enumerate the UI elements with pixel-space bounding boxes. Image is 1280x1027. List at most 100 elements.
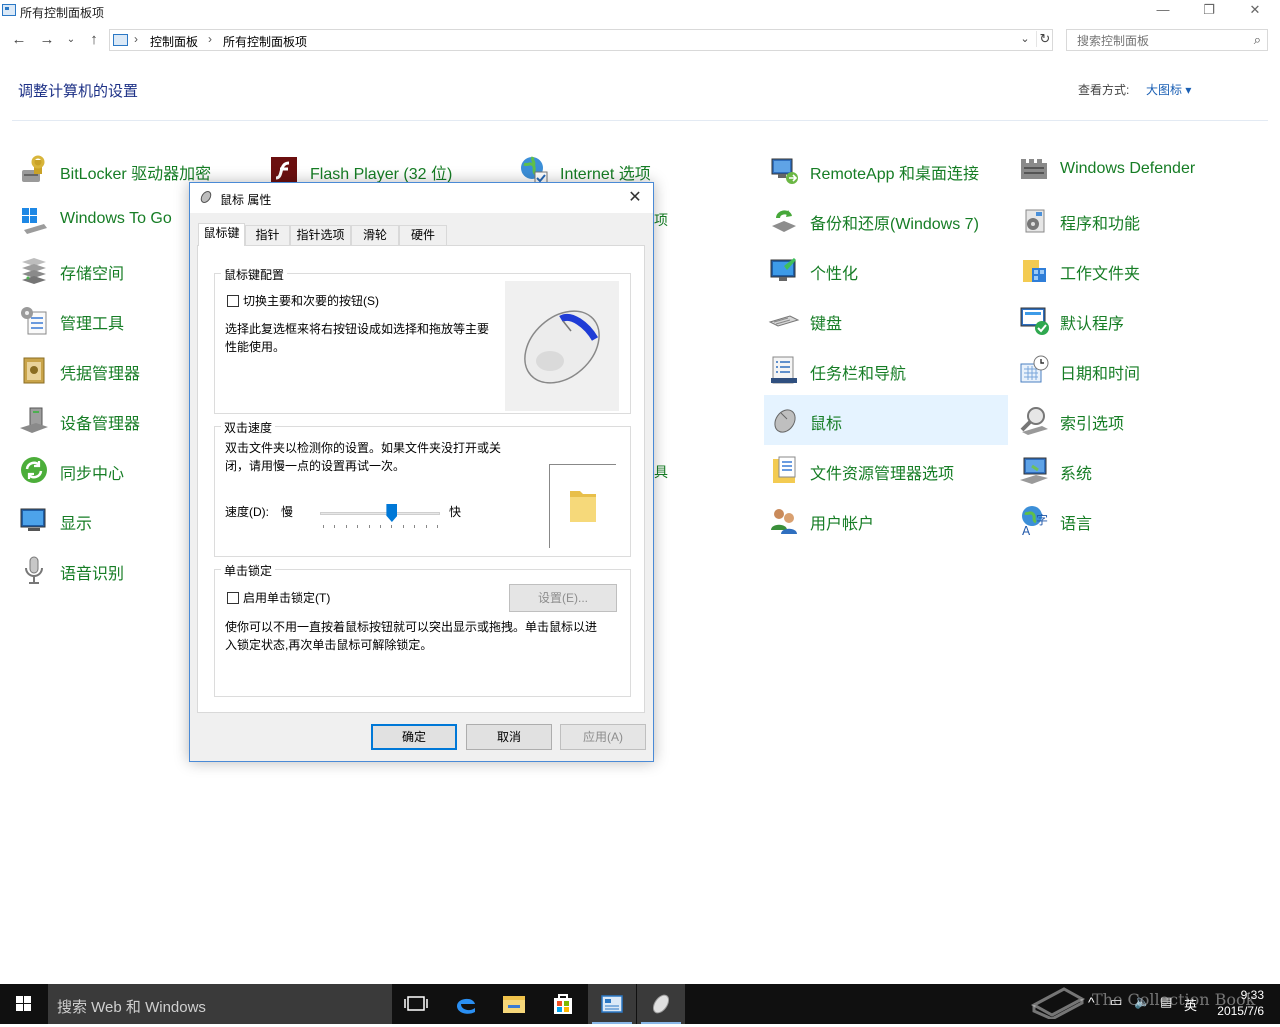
cp-item-label: RemoteApp 和桌面连接 — [810, 166, 979, 183]
credential-icon — [23, 357, 45, 384]
cp-item-system[interactable]: 系统 — [1014, 450, 1254, 490]
slider-tick — [425, 525, 427, 528]
search-icon[interactable]: ⌕ — [1254, 32, 1261, 48]
cp-item-language[interactable]: A字 语言 — [1014, 500, 1254, 540]
cp-item-default-programs[interactable]: 默认程序 — [1014, 300, 1254, 340]
cp-item-mouse[interactable]: 鼠标 — [764, 395, 1008, 445]
click-lock-settings-button[interactable]: 设置(E)... — [509, 584, 617, 612]
click-lock-checkbox[interactable] — [227, 592, 239, 604]
cp-item-label: 显示 — [60, 516, 93, 533]
click-lock-label[interactable]: 启用单击锁定(T) — [243, 589, 330, 607]
dialog-title: 鼠标 属性 — [220, 193, 272, 207]
tab-hardware[interactable]: 硬件 — [399, 225, 447, 245]
double-click-group: 双击速度 双击文件夹以检测你的设置。如果文件夹没打开或关 闭，请用慢一点的设置再… — [214, 419, 631, 557]
cp-item-taskbar-navigation[interactable]: 任务栏和导航 — [764, 350, 1004, 390]
double-click-description: 双击文件夹以检测你的设置。如果文件夹没打开或关 — [225, 441, 502, 455]
cp-item-backup-restore[interactable]: 备份和还原(Windows 7) — [764, 200, 1004, 240]
search-box[interactable]: ⌕ — [1066, 29, 1268, 51]
taskbar-icon — [771, 356, 797, 384]
switch-buttons-label[interactable]: 切换主要和次要的按钮(S) — [243, 292, 379, 310]
cp-item-indexing-options[interactable]: 索引选项 — [1014, 400, 1254, 440]
cp-item-label: 语音识别 — [60, 566, 125, 583]
speed-slider-thumb[interactable] — [386, 504, 398, 522]
breadcrumb-all-items[interactable]: 所有控制面板项 — [223, 33, 307, 50]
task-view-icon — [404, 996, 428, 1011]
occluded-text-fragment: 项 — [654, 212, 668, 228]
mouse-properties-taskbar-button[interactable] — [637, 984, 685, 1024]
address-dropdown-icon[interactable]: ⌄ — [1018, 32, 1032, 45]
store-taskbar-button[interactable] — [539, 984, 587, 1024]
admin-tools-icon — [21, 307, 47, 335]
work-folders-icon — [1023, 260, 1046, 282]
cp-item-explorer-options[interactable]: 文件资源管理器选项 — [764, 450, 1004, 490]
recent-locations-chevron-icon[interactable]: ⌄ — [62, 31, 80, 49]
speed-label: 速度(D): — [225, 505, 269, 519]
cp-item-keyboard[interactable]: 键盘 — [764, 300, 1004, 340]
tab-pointers[interactable]: 指针 — [245, 225, 290, 245]
forward-arrow-icon[interactable]: → — [38, 31, 56, 49]
group-legend: 双击速度 — [221, 419, 276, 436]
tab-wheel[interactable]: 滑轮 — [351, 225, 399, 245]
back-arrow-icon[interactable]: ← — [10, 31, 28, 49]
cp-item-windows-defender[interactable]: Windows Defender — [1014, 150, 1254, 190]
cp-item-personalization[interactable]: 个性化 — [764, 250, 1004, 290]
up-arrow-icon[interactable]: ↑ — [85, 31, 103, 49]
search-input[interactable] — [1075, 33, 1239, 49]
speed-slider-track[interactable] — [320, 512, 440, 515]
tab-buttons[interactable]: 鼠标键 — [198, 223, 245, 246]
apply-button[interactable]: 应用(A) — [560, 724, 646, 750]
breadcrumb-control-panel[interactable]: 控制面板 — [150, 33, 198, 50]
cp-item-work-folders[interactable]: 工作文件夹 — [1014, 250, 1254, 290]
file-explorer-taskbar-button[interactable] — [490, 984, 538, 1024]
defender-icon — [1021, 159, 1047, 179]
device-manager-icon — [20, 407, 48, 433]
edge-taskbar-button[interactable] — [442, 984, 490, 1024]
dialog-titlebar[interactable]: 鼠标 属性 ✕ — [190, 183, 653, 213]
ok-button[interactable]: 确定 — [371, 724, 457, 750]
mouse-illustration — [505, 281, 619, 411]
refresh-icon[interactable]: ↻ — [1036, 31, 1053, 47]
edge-icon — [457, 998, 475, 1014]
view-by-dropdown[interactable]: 大图标 ▾ — [1146, 81, 1191, 98]
storage-icon — [22, 258, 46, 284]
cp-item-label: 备份和还原(Windows 7) — [810, 216, 979, 233]
maximize-button[interactable]: ❐ — [1186, 0, 1232, 22]
switch-buttons-checkbox[interactable] — [227, 295, 239, 307]
minimize-button[interactable]: — — [1140, 0, 1186, 22]
explorer-options-icon — [773, 456, 796, 483]
cp-item-label: 存储空间 — [60, 266, 125, 283]
cp-item-programs-features[interactable]: 程序和功能 — [1014, 200, 1254, 240]
mouse-illustration-icon — [524, 310, 600, 384]
cp-item-label: 系统 — [1060, 466, 1093, 483]
slider-tick — [357, 525, 359, 528]
task-view-button[interactable] — [392, 984, 440, 1024]
taskbar-search[interactable]: 搜索 Web 和 Windows — [48, 984, 392, 1024]
cp-item-label: 个性化 — [810, 266, 859, 283]
slider-tick — [345, 525, 347, 528]
cp-item-date-time[interactable]: 日期和时间 — [1014, 350, 1254, 390]
book-watermark-icon — [1030, 987, 1086, 1019]
control-panel-taskbar-button[interactable] — [588, 984, 636, 1024]
cp-item-user-accounts[interactable]: 用户帐户 — [764, 500, 1004, 540]
cp-item-label: 同步中心 — [60, 466, 125, 483]
tab-pointer-options[interactable]: 指针选项 — [290, 225, 351, 245]
cp-item-remoteapp[interactable]: RemoteApp 和桌面连接 — [764, 150, 1004, 190]
dialog-close-button[interactable]: ✕ — [621, 185, 649, 211]
display-icon — [20, 508, 46, 531]
slider-tick — [402, 525, 404, 528]
address-bar[interactable]: › 控制面板 › 所有控制面板项 ⌄ ↻ — [109, 29, 1053, 51]
cp-item-label: 文件资源管理器选项 — [810, 466, 955, 483]
close-button[interactable]: ✕ — [1232, 0, 1278, 22]
slider-tick — [323, 525, 324, 528]
mouse-properties-dialog: 鼠标 属性 ✕ 鼠标键 指针 指针选项 滑轮 硬件 鼠标键配置 切换主要和次要的… — [189, 182, 654, 762]
mouse-icon — [652, 994, 670, 1014]
cancel-button[interactable]: 取消 — [466, 724, 552, 750]
test-folder-area[interactable] — [549, 464, 616, 548]
taskbar-search-placeholder: 搜索 Web 和 Windows — [57, 999, 206, 1016]
window-title: 所有控制面板项 — [20, 6, 105, 20]
default-programs-icon — [1020, 307, 1049, 335]
cp-item-label: 鼠标 — [810, 416, 843, 433]
address-row: ← → ⌄ ↑ › 控制面板 › 所有控制面板项 ⌄ ↻ ⌕ — [0, 24, 1280, 56]
start-button[interactable] — [0, 984, 48, 1024]
file-explorer-icon — [503, 996, 525, 1013]
